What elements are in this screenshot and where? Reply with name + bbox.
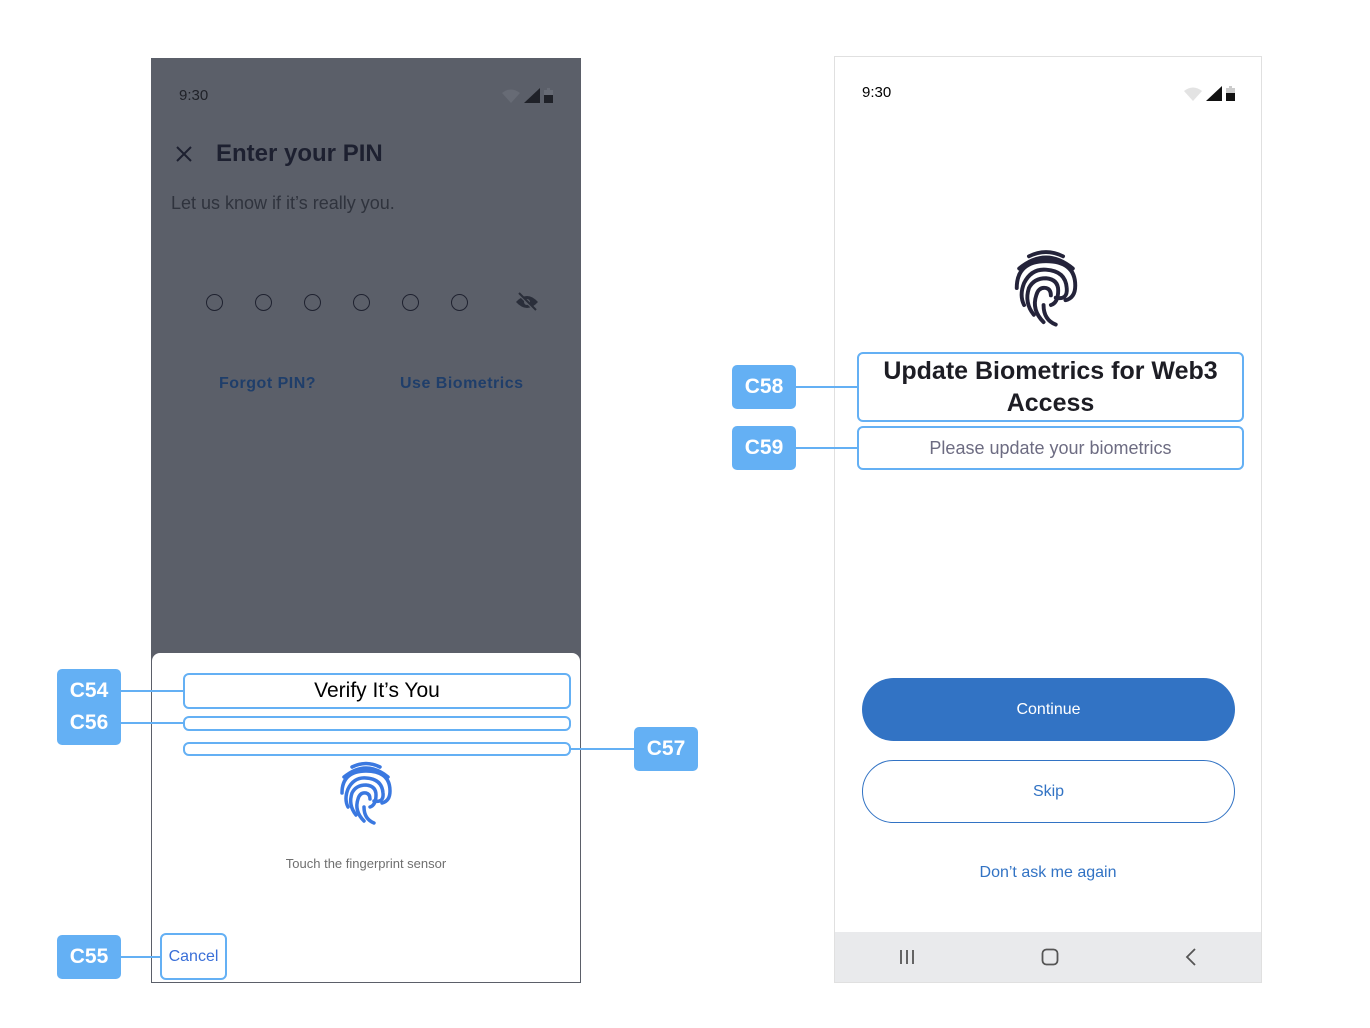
tag-c55: C55 (57, 935, 121, 979)
sheet-title: Verify It’s You (183, 673, 571, 709)
fingerprint-icon (1014, 250, 1078, 327)
android-nav-bar (835, 932, 1261, 982)
tag-c59: C59 (732, 426, 796, 470)
connector (121, 690, 183, 692)
page-subtitle: Let us know if it’s really you. (171, 193, 395, 213)
status-icons (1184, 86, 1235, 101)
tag-c54: C54 (69, 679, 109, 702)
tag-c57: C57 (634, 727, 698, 771)
recent-apps-icon[interactable] (898, 949, 916, 965)
pin-dot (255, 294, 272, 311)
connector (121, 956, 160, 958)
skip-button[interactable]: Skip (862, 760, 1235, 823)
continue-button[interactable]: Continue (862, 678, 1235, 741)
annotation-tag: C54 C56 (57, 669, 121, 745)
tag-c58: C58 (732, 365, 796, 409)
close-icon[interactable] (175, 145, 193, 163)
use-biometrics-link[interactable]: Use Biometrics (400, 375, 524, 393)
battery-icon (544, 88, 553, 103)
tag-c56: C56 (69, 711, 109, 734)
page-title: Enter your PIN (216, 140, 383, 167)
connector (571, 748, 634, 750)
connector (796, 447, 857, 449)
pin-dot (451, 294, 468, 311)
cancel-button[interactable]: Cancel (160, 933, 227, 980)
pin-dot (206, 294, 223, 311)
home-icon[interactable] (1041, 948, 1059, 966)
pin-input[interactable] (206, 294, 468, 311)
wifi-icon (1184, 87, 1202, 101)
signal-icon (1206, 86, 1222, 101)
wifi-icon (502, 89, 520, 103)
eye-off-icon[interactable] (515, 292, 539, 312)
update-subtitle: Please update your biometrics (857, 426, 1244, 470)
forgot-pin-link[interactable]: Forgot PIN? (219, 375, 316, 393)
connector (121, 722, 183, 724)
annotation-box-c57 (183, 742, 571, 756)
status-time: 9:30 (179, 87, 209, 104)
pin-dot (402, 294, 419, 311)
pin-dot (304, 294, 321, 311)
pin-dot (353, 294, 370, 311)
update-biometrics-screen: 9:30 Continue Skip Don’t ask me again (834, 56, 1262, 983)
signal-icon (524, 88, 540, 103)
connector (796, 386, 857, 388)
fingerprint-icon[interactable] (338, 761, 394, 825)
status-icons (502, 88, 553, 103)
update-title: Update Biometrics for Web3 Access (857, 352, 1244, 422)
annotation-box-c56 (183, 716, 571, 731)
back-icon[interactable] (1184, 948, 1198, 966)
fingerprint-prompt: Touch the fingerprint sensor (285, 856, 447, 871)
status-time: 9:30 (862, 84, 892, 101)
battery-icon (1226, 86, 1235, 101)
dont-ask-again-link[interactable]: Don’t ask me again (835, 864, 1261, 882)
